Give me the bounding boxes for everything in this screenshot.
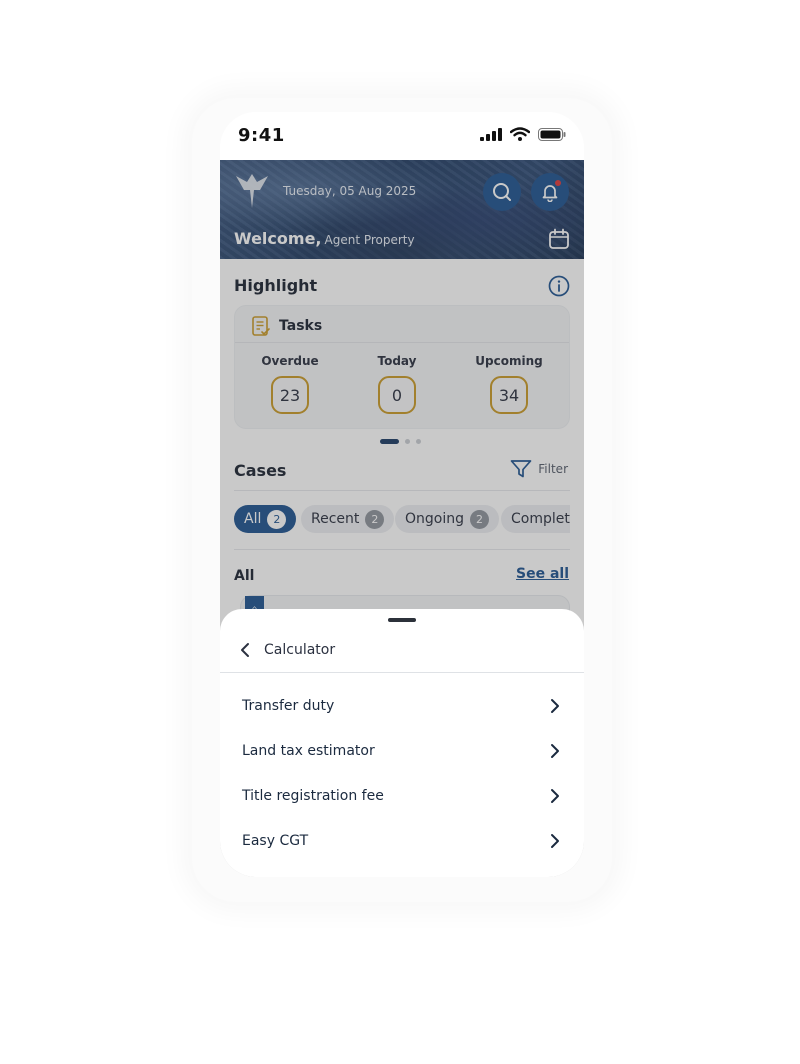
- menu-item-label: Easy CGT: [242, 833, 309, 849]
- calculator-sheet: Calculator Transfer duty Land tax estima…: [220, 609, 584, 877]
- chevron-right-icon: [551, 834, 559, 848]
- phone-screen: 9:41 Tuesday, 05 Aug 2025 Welcome, Agent…: [220, 112, 584, 877]
- battery-icon: [538, 127, 566, 141]
- menu-item-label: Land tax estimator: [242, 743, 375, 759]
- chevron-right-icon: [551, 744, 559, 758]
- menu-item-label: Title registration fee: [242, 788, 384, 804]
- status-icons: [480, 127, 566, 141]
- menu-item-easy-cgt[interactable]: Easy CGT: [220, 819, 584, 863]
- menu-item-label: Transfer duty: [242, 698, 335, 714]
- chevron-left-icon[interactable]: [240, 642, 250, 658]
- status-time: 9:41: [238, 125, 285, 146]
- signal-icon: [480, 127, 502, 141]
- sheet-title: Calculator: [264, 642, 336, 658]
- status-bar: 9:41: [220, 112, 584, 160]
- sheet-divider: [220, 672, 584, 673]
- chevron-right-icon: [551, 789, 559, 803]
- sheet-grabber[interactable]: [388, 618, 416, 622]
- menu-item-transfer-duty[interactable]: Transfer duty: [220, 684, 584, 728]
- menu-item-land-tax-estimator[interactable]: Land tax estimator: [220, 729, 584, 773]
- wifi-icon: [510, 127, 530, 141]
- sheet-header: Calculator: [240, 642, 335, 658]
- chevron-right-icon: [551, 699, 559, 713]
- menu-item-title-registration-fee[interactable]: Title registration fee: [220, 774, 584, 818]
